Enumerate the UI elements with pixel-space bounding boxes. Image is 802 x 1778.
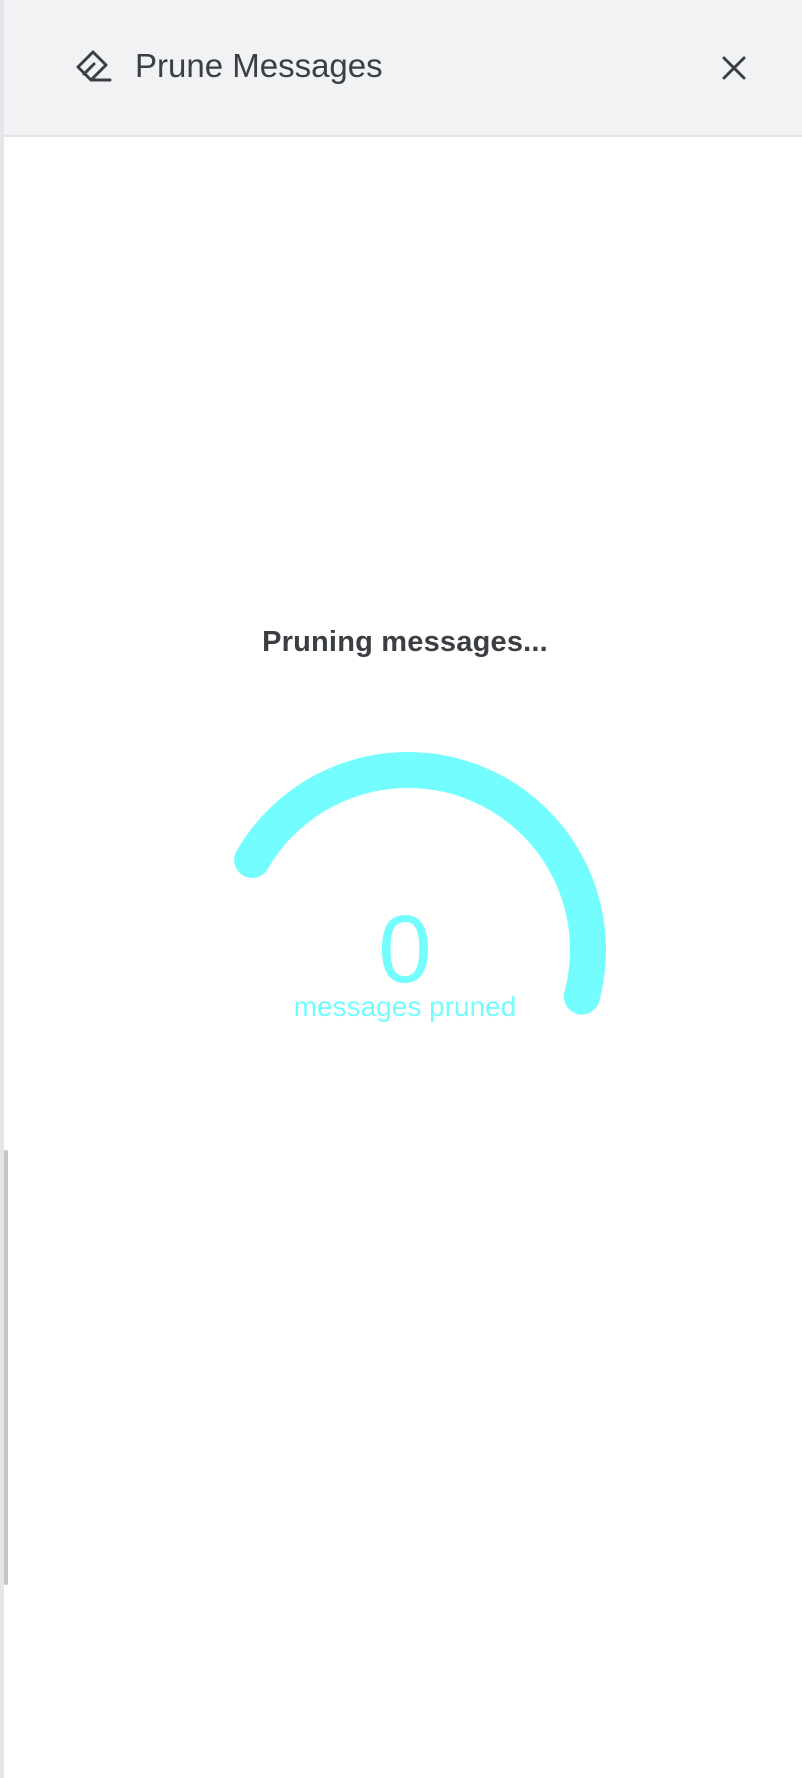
status-heading: Pruning messages... [262,626,548,658]
pruned-count-label: messages pruned [293,991,517,1022]
panel-title: Prune Messages [135,47,383,84]
scroll-indicator[interactable] [4,1150,8,1585]
eraser-icon [72,46,114,86]
prune-messages-panel: Prune Messages Pruning messages... 0 mes… [0,0,802,1778]
panel-header: Prune Messages [4,0,802,137]
pruned-count: 0 [378,896,432,1003]
close-icon [722,56,746,80]
close-button[interactable] [710,44,758,92]
